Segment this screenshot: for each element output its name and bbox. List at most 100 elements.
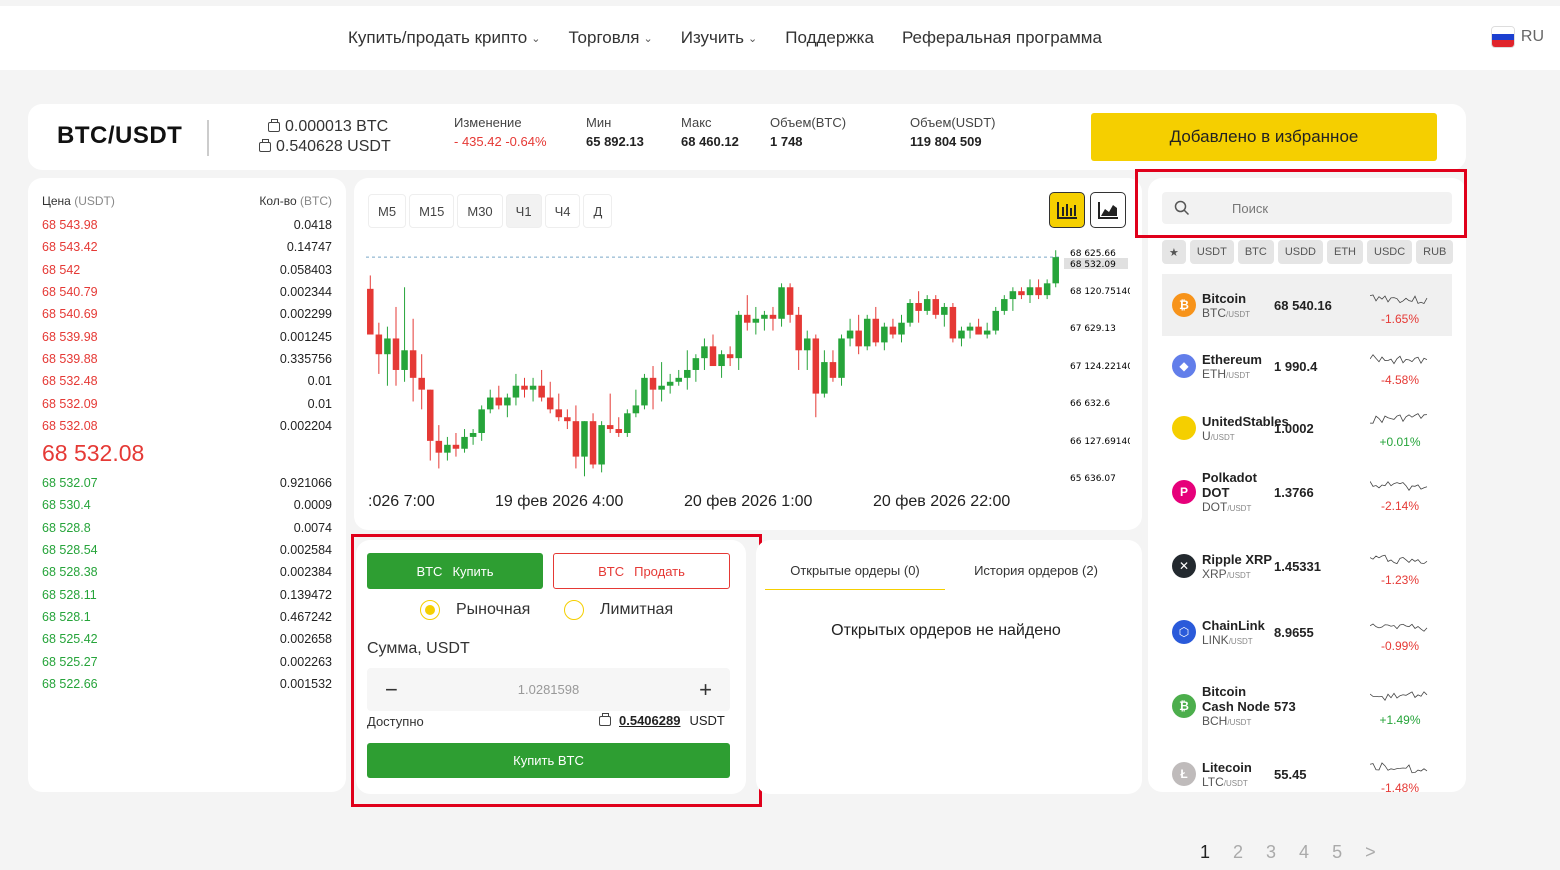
coin-pair: DOT/USDT: [1202, 500, 1274, 514]
orderbook-price: 68 539.98: [42, 329, 98, 344]
page-5[interactable]: 5: [1332, 842, 1342, 863]
stat-value: - 435.42 -0.64%: [454, 134, 547, 149]
area-chart-button[interactable]: [1090, 192, 1126, 228]
coin-row-u[interactable]: UnitedStables U/USDT 1.0002 +0.01%: [1162, 402, 1452, 454]
candle-body: [666, 381, 674, 386]
nav-item-label: Изучить: [680, 28, 745, 47]
orderbook-row[interactable]: 68 539.88 0.335756: [42, 348, 332, 370]
coin-info: ChainLink LINK/USDT: [1202, 618, 1274, 647]
quote-filter[interactable]: USDT: [1189, 240, 1234, 264]
price-axis-label: 66 127.69140: [1070, 437, 1130, 447]
stat-item: Мин 65 892.13: [586, 115, 644, 149]
coin-row-xrp[interactable]: ✕ Ripple XRP XRP/USDT 1.45331 -1.23%: [1162, 536, 1452, 596]
favorites-filter[interactable]: ★: [1162, 240, 1186, 264]
orderbook-price: 68 540.69: [42, 307, 98, 322]
coin-price: 55.45: [1274, 766, 1307, 782]
orderbook-row[interactable]: 68 540.69 0.002299: [42, 303, 332, 325]
quote-filter[interactable]: USDD: [1277, 240, 1323, 264]
coin-row-bch[interactable]: ₿ Bitcoin Cash Node BCH/USDT 573 +1.49%: [1162, 668, 1452, 744]
orderbook-row[interactable]: 68 543.98 0.0418: [42, 214, 332, 236]
nav-item[interactable]: Торговля ⌄: [568, 28, 652, 48]
candle-body: [469, 432, 477, 437]
candlestick-chart-button[interactable]: [1049, 192, 1085, 228]
quote-filter[interactable]: RUB: [1416, 240, 1454, 264]
orderbook-price: 68 530.4: [42, 498, 91, 513]
orderbook-row[interactable]: 68 528.38 0.002384: [42, 561, 332, 583]
coin-row-dot[interactable]: P Polkadot DOT DOT/USDT 1.3766 -2.14%: [1162, 462, 1452, 522]
candle-body: [486, 397, 494, 410]
orderbook-row[interactable]: 68 525.27 0.002263: [42, 650, 332, 672]
language-selector[interactable]: RU: [1490, 26, 1544, 48]
candle-body: [915, 303, 922, 311]
empty-orders-message: Открытых ордеров не найдено: [831, 622, 1061, 639]
favorite-button[interactable]: Добавлено в избранное: [1091, 113, 1437, 161]
orderbook-row[interactable]: 68 532.07 0.921066: [42, 472, 332, 494]
candle-body: [863, 318, 871, 347]
nav-item[interactable]: Реферальная программа: [902, 28, 1102, 48]
candle-body: [795, 314, 802, 351]
page-4[interactable]: 4: [1299, 842, 1309, 863]
coin-row-eth[interactable]: ◆ Ethereum ETH/USDT 1 990.4 -4.58%: [1162, 340, 1452, 392]
tab-open-orders[interactable]: Открытые ордеры (0): [765, 559, 945, 590]
orderbook-price: 68 525.27: [42, 654, 98, 669]
coin-row-link[interactable]: ⬡ ChainLink LINK/USDT 8.9655 -0.99%: [1162, 606, 1452, 658]
coin-change: -0.99%: [1380, 638, 1420, 653]
orderbook-row[interactable]: 68 530.4 0.0009: [42, 494, 332, 516]
orderbook-row[interactable]: 68 532.08 0.002204: [42, 415, 332, 437]
nav-item[interactable]: Изучить ⌄: [681, 28, 758, 48]
candle-body: [1001, 299, 1008, 311]
orderbook-qty: 0.921066: [279, 476, 332, 491]
sparkline-line: [1369, 554, 1428, 564]
timeframe-Д[interactable]: Д: [583, 194, 613, 228]
coin-row-ltc[interactable]: Ł Litecoin LTC/USDT 55.45 -1.48%: [1162, 754, 1452, 795]
coin-quote: /USDT: [1226, 309, 1250, 319]
next-page-button[interactable]: >: [1365, 842, 1376, 863]
timeframe-Ч4[interactable]: Ч4: [544, 194, 581, 228]
timeframe-M30[interactable]: M30: [457, 194, 503, 228]
eth-coin-icon: ◆: [1172, 354, 1196, 378]
quote-filter[interactable]: BTC: [1237, 240, 1274, 264]
price-axis-label: 67 629.13: [1070, 324, 1116, 334]
tab-order-history[interactable]: История ордеров (2): [946, 559, 1126, 590]
coin-change: +1.49%: [1379, 712, 1421, 727]
price-chart[interactable]: 68 625.6668 532.09 68 120.75140 67 629.13 6…: [366, 240, 1130, 496]
quote-filter[interactable]: USDC: [1367, 240, 1413, 264]
timeframe-Ч1[interactable]: Ч1: [505, 194, 542, 228]
orderbook-row[interactable]: 68 543.42 0.14747: [42, 236, 332, 258]
orderbook-row[interactable]: 68 528.1 0.467242: [42, 606, 332, 628]
orderbook-row[interactable]: 68 528.54 0.002584: [42, 539, 332, 561]
orderbook-row[interactable]: 68 540.79 0.002344: [42, 281, 332, 303]
orderbook-row[interactable]: 68 522.66 0.001532: [42, 673, 332, 695]
balance-usdt: 0.540628 USDT: [259, 138, 391, 156]
timeframe-M5[interactable]: M5: [368, 194, 407, 228]
nav-item[interactable]: Поддержка: [785, 28, 874, 48]
orderbook-row[interactable]: 68 542 0.058403: [42, 259, 332, 281]
coin-ticker: DOT: [1202, 500, 1228, 514]
coin-pair: BTC/USDT: [1202, 306, 1274, 320]
candle-body: [418, 377, 425, 390]
coin-info: Ethereum ETH/USDT: [1202, 352, 1274, 381]
orderbook-row[interactable]: 68 532.48 0.01: [42, 370, 332, 392]
stat-item: Изменение - 435.42 -0.64%: [454, 115, 547, 149]
orderbook-row[interactable]: 68 539.98 0.001245: [42, 325, 332, 347]
nav-item[interactable]: Купить/продать крипто ⌄: [348, 28, 540, 48]
timeframe-M15[interactable]: M15: [409, 194, 455, 228]
orderbook-row[interactable]: 68 532.09 0.01: [42, 392, 332, 414]
candle-body: [992, 310, 999, 331]
sparkline-icon: [1369, 622, 1428, 632]
quote-filter[interactable]: ETH: [1327, 240, 1363, 264]
page-3[interactable]: 3: [1266, 842, 1276, 863]
page-1[interactable]: 1: [1200, 842, 1210, 863]
orderbook-row[interactable]: 68 525.42 0.002658: [42, 628, 332, 650]
coin-ticker: ETH: [1202, 366, 1226, 381]
orderbook-row[interactable]: 68 528.8 0.0074: [42, 517, 332, 539]
orderbook-row[interactable]: 68 528.11 0.139472: [42, 583, 332, 605]
candle-body: [649, 377, 657, 390]
orderbook-qty: 0.002658: [279, 632, 332, 647]
balance-btc: 0.000013 BTC: [268, 118, 388, 136]
coin-name: UnitedStables: [1202, 413, 1289, 429]
candle-body: [367, 288, 374, 335]
candle-body: [606, 425, 614, 430]
coin-row-btc[interactable]: ₿ Bitcoin BTC/USDT 68 540.16 -1.65%: [1162, 274, 1452, 336]
page-2[interactable]: 2: [1233, 842, 1243, 863]
